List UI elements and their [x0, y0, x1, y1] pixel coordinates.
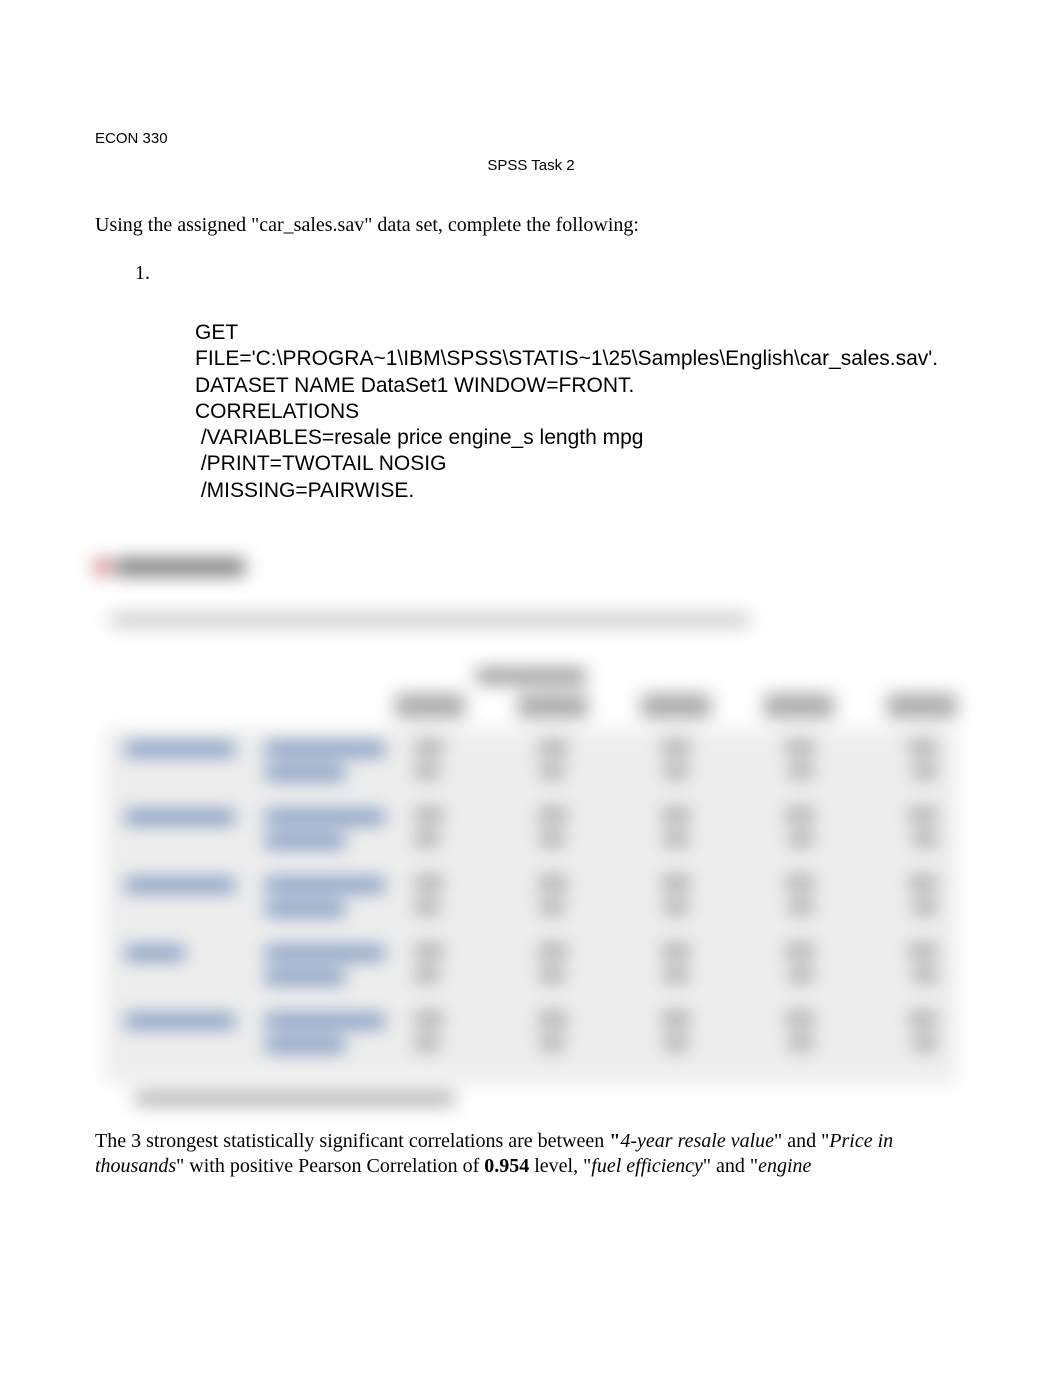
blurred-correlation-table [105, 729, 957, 1084]
text: " and " [774, 1130, 829, 1152]
text: " with positive Pearson Correlation of [176, 1155, 484, 1177]
list-number: 1. [135, 262, 967, 285]
code-line: /MISSING=PAIRWISE. [195, 479, 414, 502]
blurred-footnote [135, 1093, 455, 1104]
spss-syntax-block: GET FILE='C:\PROGRA~1\IBM\SPSS\STATIS~1\… [195, 320, 947, 504]
bold-quote: " [609, 1130, 620, 1152]
code-line: CORRELATIONS [195, 400, 359, 423]
bold-value: 0.954 [484, 1155, 529, 1177]
code-line: /PRINT=TWOTAIL NOSIG [195, 452, 446, 475]
table-row [125, 739, 937, 797]
code-line: DATASET NAME DataSet1 WINDOW=FRONT. [195, 374, 634, 397]
blurred-heading-text [115, 559, 245, 575]
code-line: GET [195, 321, 238, 344]
code-line: FILE='C:\PROGRA~1\IBM\SPSS\STATIS~1\25\S… [195, 347, 938, 370]
blurred-column-headers [395, 694, 957, 718]
table-row [125, 1011, 937, 1069]
document-title: SPSS Task 2 [95, 157, 967, 174]
text: The 3 strongest statistically significan… [95, 1130, 609, 1152]
blurred-output-region [95, 559, 967, 1104]
italic-term: 4-year resale value [620, 1130, 774, 1152]
heading-marker-icon [95, 560, 109, 574]
conclusion-paragraph: The 3 strongest statistically significan… [95, 1129, 967, 1179]
table-row [125, 875, 937, 933]
course-label: ECON 330 [95, 130, 967, 147]
blurred-heading [95, 559, 245, 575]
intro-text: Using the assigned "car_sales.sav" data … [95, 214, 967, 237]
text: level, " [529, 1155, 591, 1177]
italic-term: engine [758, 1155, 811, 1177]
table-row [125, 943, 937, 1001]
blurred-subheading [110, 614, 750, 626]
italic-term: fuel efficiency [591, 1155, 703, 1177]
table-row [125, 807, 937, 865]
text: " and " [703, 1155, 758, 1177]
code-line: /VARIABLES=resale price engine_s length … [195, 426, 643, 449]
blurred-table-title [476, 669, 586, 683]
